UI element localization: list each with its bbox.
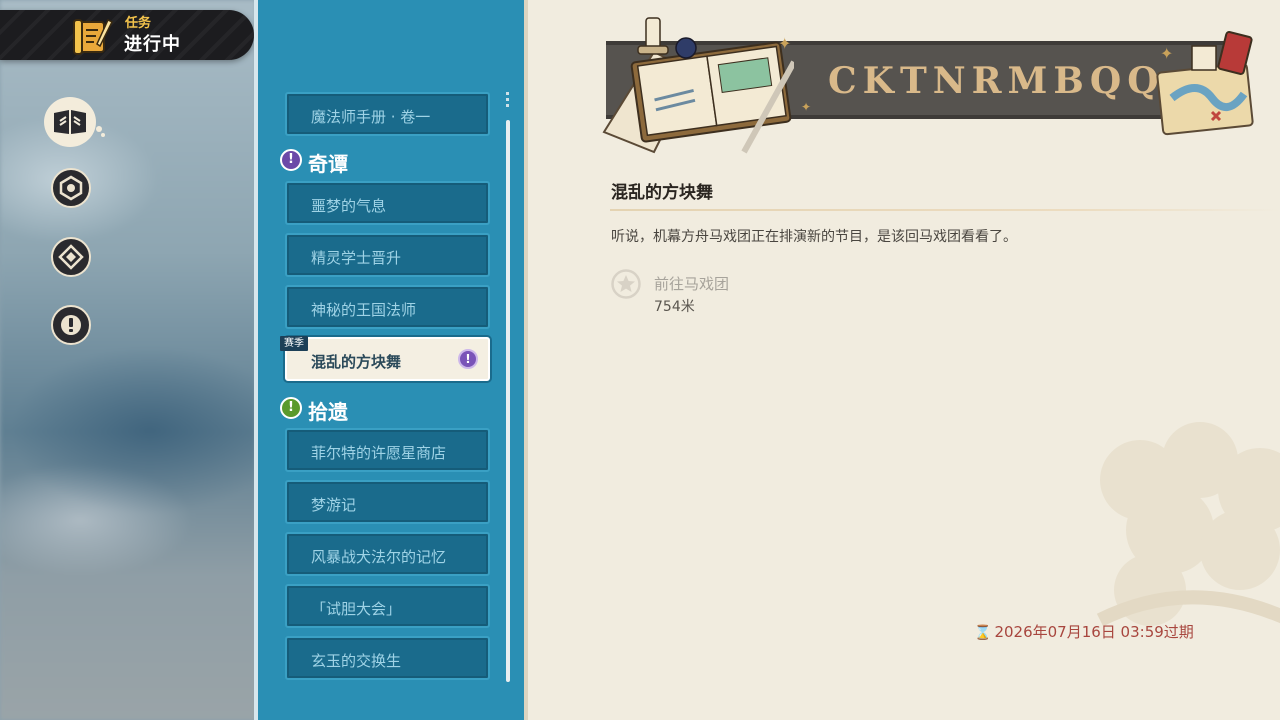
expire-time: ⌛ 2026年07月16日 03:59过期: [974, 621, 1194, 642]
exclamation-icon: [61, 315, 81, 335]
panel-edge: [254, 0, 258, 720]
quest-item-label: 菲尔特的许愿星商店: [311, 444, 447, 462]
quest-item[interactable]: 神秘的王国法师: [285, 285, 490, 329]
quest-description: 听说，机幕方舟马戏团正在排演新的节目，是该回马戏团看看了。: [611, 229, 1017, 245]
banner-title: 进行中: [124, 34, 181, 55]
season-tag: 赛季: [280, 336, 308, 351]
quest-item-label: 「试胆大会」: [311, 600, 402, 618]
quest-item[interactable]: 玄玉的交换生: [285, 636, 490, 680]
hexagon-rune-icon: [59, 175, 83, 201]
quest-item[interactable]: 梦游记: [285, 480, 490, 524]
quest-title: 混乱的方块舞: [611, 183, 713, 203]
quest-item[interactable]: 精灵学士晋升: [285, 233, 490, 277]
hourglass-icon: ⌛: [974, 625, 992, 641]
scroll-top-indicator: [506, 92, 509, 110]
category-book-button[interactable]: [44, 97, 96, 147]
quest-item-manual[interactable]: 魔法师手册 · 卷一: [285, 92, 490, 136]
sparkle-icon: ✦: [1160, 44, 1174, 63]
section-alert-icon: !: [280, 149, 302, 171]
category-alert-button[interactable]: [51, 305, 91, 345]
banner-subtitle: 任务: [125, 16, 152, 31]
objective-distance: 754米: [654, 299, 695, 315]
title-divider: [610, 209, 1280, 211]
section-title: 奇谭: [308, 152, 348, 176]
quest-list-scrollbar[interactable]: [506, 120, 510, 682]
expire-text: 2026年07月16日 03:59过期: [994, 623, 1194, 641]
diamond-rune-icon: [58, 244, 84, 270]
sparkle-icon: ✦: [778, 34, 792, 53]
panel-border: [524, 0, 528, 720]
quest-item-label: 玄玉的交换生: [311, 652, 402, 670]
star-icon: [611, 269, 641, 299]
category-diamond-button[interactable]: [51, 237, 91, 277]
category-hexagon-button[interactable]: [51, 168, 91, 208]
quest-alert-icon: !: [458, 349, 478, 369]
quest-item[interactable]: 「试胆大会」: [285, 584, 490, 628]
quest-item-label: 精灵学士晋升: [311, 249, 402, 267]
section-alert-icon: !: [280, 397, 302, 419]
sparkle-icon: ✦: [801, 100, 812, 114]
quest-item[interactable]: 噩梦的气息: [285, 181, 490, 225]
quest-scroll-icon: [73, 18, 114, 55]
quest-item-label: 魔法师手册 · 卷一: [311, 108, 431, 126]
quest-item-label: 梦游记: [311, 496, 357, 514]
bubble-dot: [96, 126, 102, 132]
decorative-watermark: [1096, 422, 1280, 627]
quest-item-label: 神秘的王国法师: [311, 301, 417, 319]
book-icon: [54, 110, 86, 134]
background-scenery: [0, 0, 256, 720]
bubble-dot: [101, 133, 105, 137]
objective-text[interactable]: 前往马戏团: [654, 273, 729, 294]
quest-item-label: 混乱的方块舞: [311, 353, 402, 371]
quest-item-label: 风暴战犬法尔的记忆: [311, 548, 447, 566]
section-title: 拾遗: [308, 400, 348, 424]
quest-item[interactable]: 菲尔特的许愿星商店: [285, 428, 490, 472]
quest-item-label: 噩梦的气息: [311, 197, 387, 215]
open-book-illustration: [602, 17, 794, 154]
quest-item[interactable]: 风暴战犬法尔的记忆: [285, 532, 490, 576]
